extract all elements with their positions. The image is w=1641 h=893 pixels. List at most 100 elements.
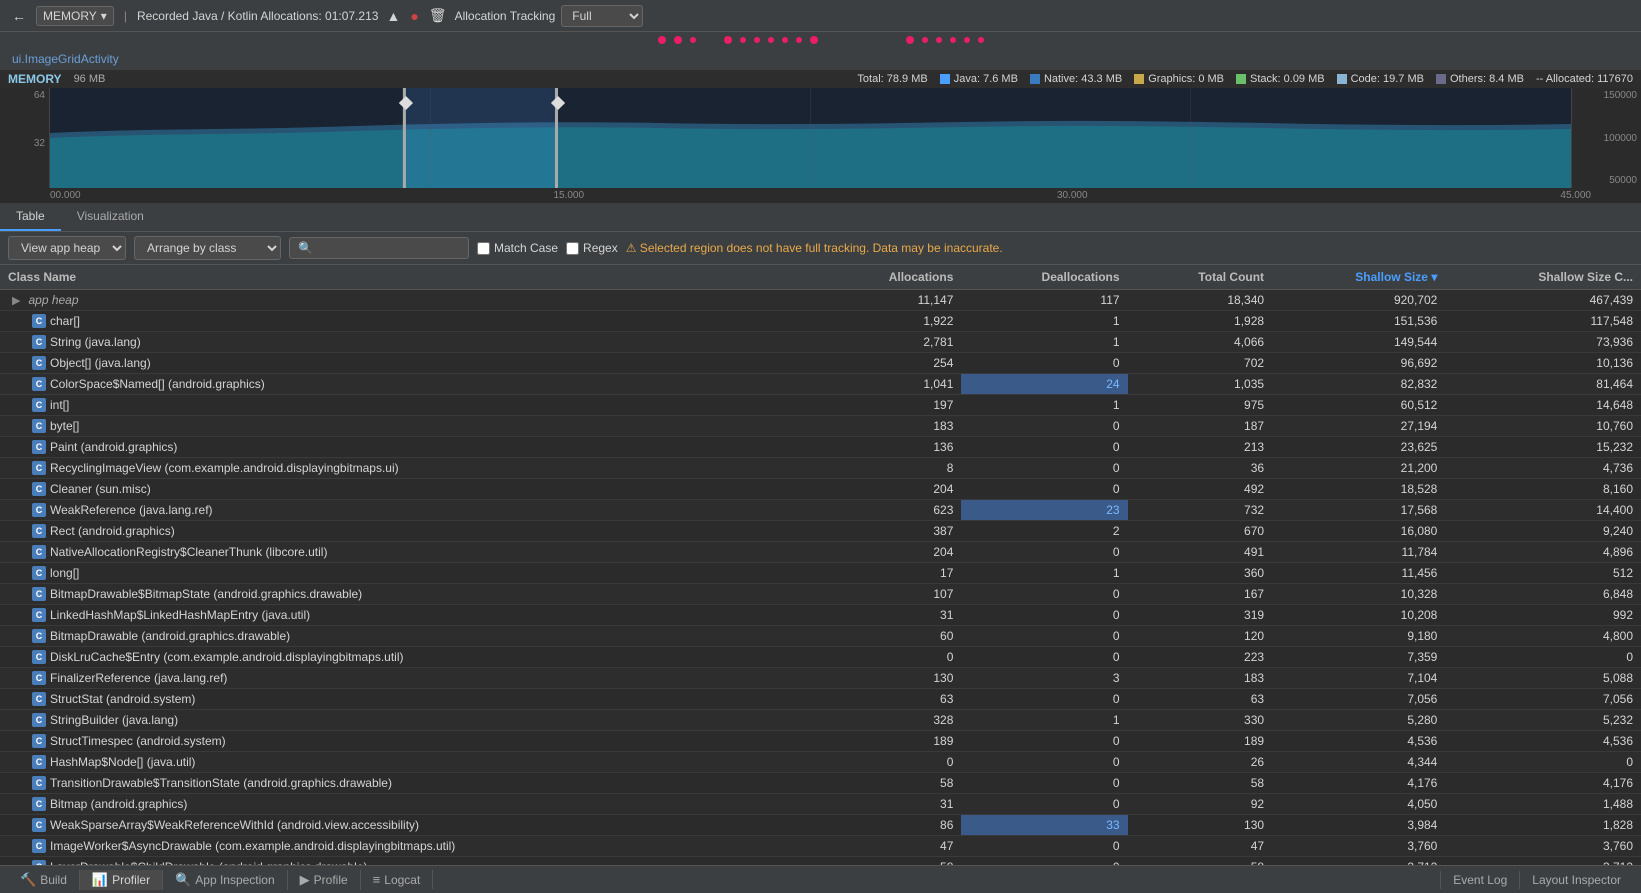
- total-count-cell: 26: [1128, 752, 1273, 773]
- table-row[interactable]: CPaint (android.graphics)136021323,62515…: [0, 437, 1641, 458]
- match-case-checkbox[interactable]: [477, 242, 490, 255]
- profile-label: Profile: [314, 873, 348, 887]
- row-name: char[]: [50, 314, 80, 328]
- stat-code: Code: 19.7 MB: [1337, 73, 1424, 85]
- stat-graphics: Graphics: 0 MB: [1134, 73, 1224, 85]
- col-total-count[interactable]: Total Count: [1128, 265, 1273, 290]
- table-row[interactable]: CString (java.lang)2,78114,066149,54473,…: [0, 332, 1641, 353]
- table-row[interactable]: CStructStat (android.system)630637,0567,…: [0, 689, 1641, 710]
- timeline-dot-6: [754, 37, 760, 43]
- deallocations-cell: 0: [961, 773, 1127, 794]
- layout-inspector-label: Layout Inspector: [1532, 873, 1621, 887]
- col-allocations[interactable]: Allocations: [819, 265, 962, 290]
- class-name-cell: CWeakSparseArray$WeakReferenceWithId (an…: [0, 815, 819, 836]
- table-row[interactable]: CObject[] (java.lang)254070296,69210,136: [0, 353, 1641, 374]
- table-row[interactable]: CRecyclingImageView (com.example.android…: [0, 458, 1641, 479]
- class-name-cell: CTransitionDrawable$TransitionState (and…: [0, 773, 819, 794]
- stack-color-box: [1236, 74, 1246, 84]
- allocations-cell: 58: [819, 773, 962, 794]
- shallow-size-cell: 5,280: [1272, 710, 1445, 731]
- class-name-cell: CBitmapDrawable$BitmapState (android.gra…: [0, 584, 819, 605]
- regex-checkbox[interactable]: [566, 242, 579, 255]
- allocations-cell: 197: [819, 395, 962, 416]
- class-type-icon: C: [32, 398, 46, 412]
- stat-others: Others: 8.4 MB: [1436, 73, 1524, 85]
- allocations-cell: 130: [819, 668, 962, 689]
- layout-inspector-tab[interactable]: Layout Inspector: [1519, 871, 1633, 889]
- arrange-by-select[interactable]: Arrange by class Arrange by callstack: [134, 236, 281, 260]
- table-row[interactable]: CBitmapDrawable$BitmapState (android.gra…: [0, 584, 1641, 605]
- match-case-text: Match Case: [494, 241, 558, 255]
- back-button[interactable]: ←: [8, 6, 30, 26]
- table-row[interactable]: CLinkedHashMap$LinkedHashMapEntry (java.…: [0, 605, 1641, 626]
- bottom-tab-profiler[interactable]: 📊 Profiler: [80, 870, 163, 890]
- col-deallocations[interactable]: Deallocations: [961, 265, 1127, 290]
- table-row[interactable]: CDiskLruCache$Entry (com.example.android…: [0, 647, 1641, 668]
- table-body: ▶app heap11,14711718,340920,702467,439Cc…: [0, 290, 1641, 866]
- memory-dropdown[interactable]: MEMORY ▾: [36, 6, 114, 26]
- table-row[interactable]: CStringBuilder (java.lang)32813305,2805,…: [0, 710, 1641, 731]
- stat-total: Total: 78.9 MB: [857, 73, 927, 85]
- class-type-icon: C: [32, 503, 46, 517]
- table-row[interactable]: CFinalizerReference (java.lang.ref)13031…: [0, 668, 1641, 689]
- table-row[interactable]: CTransitionDrawable$TransitionState (and…: [0, 773, 1641, 794]
- right-tabs: Event Log Layout Inspector: [1440, 871, 1633, 889]
- table-row[interactable]: CStructTimespec (android.system)18901894…: [0, 731, 1641, 752]
- timeline-dot-3: [690, 37, 696, 43]
- table-row[interactable]: Clong[]17136011,456512: [0, 563, 1641, 584]
- shallow-size_c-cell: 4,536: [1445, 731, 1641, 752]
- table-row[interactable]: CNativeAllocationRegistry$CleanerThunk (…: [0, 542, 1641, 563]
- tab-table[interactable]: Table: [0, 203, 61, 231]
- allocations-cell: 2,781: [819, 332, 962, 353]
- table-row[interactable]: ▶app heap11,14711718,340920,702467,439: [0, 290, 1641, 311]
- table-row[interactable]: Cint[]197197560,51214,648: [0, 395, 1641, 416]
- shallow-size_c-cell: 14,648: [1445, 395, 1641, 416]
- row-name: FinalizerReference (java.lang.ref): [50, 671, 227, 685]
- table-row[interactable]: CCleaner (sun.misc)204049218,5288,160: [0, 479, 1641, 500]
- total-count-cell: 670: [1128, 521, 1273, 542]
- class-name-cell: CCleaner (sun.misc): [0, 479, 819, 500]
- table-row[interactable]: CColorSpace$Named[] (android.graphics)1,…: [0, 374, 1641, 395]
- row-name: ColorSpace$Named[] (android.graphics): [50, 377, 265, 391]
- table-row[interactable]: CBitmapDrawable (android.graphics.drawab…: [0, 626, 1641, 647]
- shallow-size_c-cell: 9,240: [1445, 521, 1641, 542]
- search-input[interactable]: [289, 237, 469, 259]
- table-row[interactable]: CRect (android.graphics)387267016,0809,2…: [0, 521, 1641, 542]
- table-row[interactable]: CHashMap$Node[] (java.util)00264,3440: [0, 752, 1641, 773]
- col-shallow-size-c[interactable]: Shallow Size C...: [1445, 265, 1641, 290]
- table-row[interactable]: CWeakSparseArray$WeakReferenceWithId (an…: [0, 815, 1641, 836]
- col-class-name[interactable]: Class Name: [0, 265, 819, 290]
- jump-to-start-button[interactable]: ▲: [384, 6, 402, 26]
- table-row[interactable]: CLayerDrawable$ChildDrawable (android.gr…: [0, 857, 1641, 866]
- shallow-size-cell: 9,180: [1272, 626, 1445, 647]
- shallow-size_c-cell: 1,488: [1445, 794, 1641, 815]
- table-row[interactable]: CWeakReference (java.lang.ref)6232373217…: [0, 500, 1641, 521]
- tree-expand-icon[interactable]: ▶: [12, 294, 20, 307]
- full-select[interactable]: Full Sampled: [561, 5, 643, 27]
- tab-visualization[interactable]: Visualization: [61, 203, 160, 231]
- row-name: RecyclingImageView (com.example.android.…: [50, 461, 399, 475]
- deallocations-cell: 1: [961, 710, 1127, 731]
- shallow-size_c-cell: 5,088: [1445, 668, 1641, 689]
- bottom-tab-build[interactable]: 🔨 Build: [8, 870, 80, 890]
- deallocations-cell: 117: [961, 290, 1127, 311]
- table-row[interactable]: CBitmap (android.graphics)310924,0501,48…: [0, 794, 1641, 815]
- table-row[interactable]: CImageWorker$AsyncDrawable (com.example.…: [0, 836, 1641, 857]
- bottom-tab-logcat[interactable]: ≡ Logcat: [361, 870, 434, 889]
- table-row[interactable]: Cchar[]1,92211,928151,536117,548: [0, 311, 1641, 332]
- bottom-tab-profile[interactable]: ▶ Profile: [288, 870, 361, 890]
- shallow-size-cell: 920,702: [1272, 290, 1445, 311]
- delete-button[interactable]: 🗑: [427, 5, 449, 26]
- regex-label[interactable]: Regex: [566, 241, 618, 255]
- table-row[interactable]: Cbyte[]183018727,19410,760: [0, 416, 1641, 437]
- event-log-label: Event Log: [1453, 873, 1507, 887]
- row-name: Rect (android.graphics): [50, 524, 175, 538]
- shallow-size_c-cell: 3,760: [1445, 836, 1641, 857]
- record-stop-button[interactable]: ●: [408, 6, 420, 26]
- shallow-size-cell: 7,359: [1272, 647, 1445, 668]
- event-log-tab[interactable]: Event Log: [1440, 871, 1519, 889]
- bottom-tab-app-inspection[interactable]: 🔍 App Inspection: [163, 870, 288, 890]
- match-case-label[interactable]: Match Case: [477, 241, 558, 255]
- view-heap-select[interactable]: View app heap View JNI heap: [8, 236, 126, 260]
- col-shallow-size[interactable]: Shallow Size ▾: [1272, 265, 1445, 290]
